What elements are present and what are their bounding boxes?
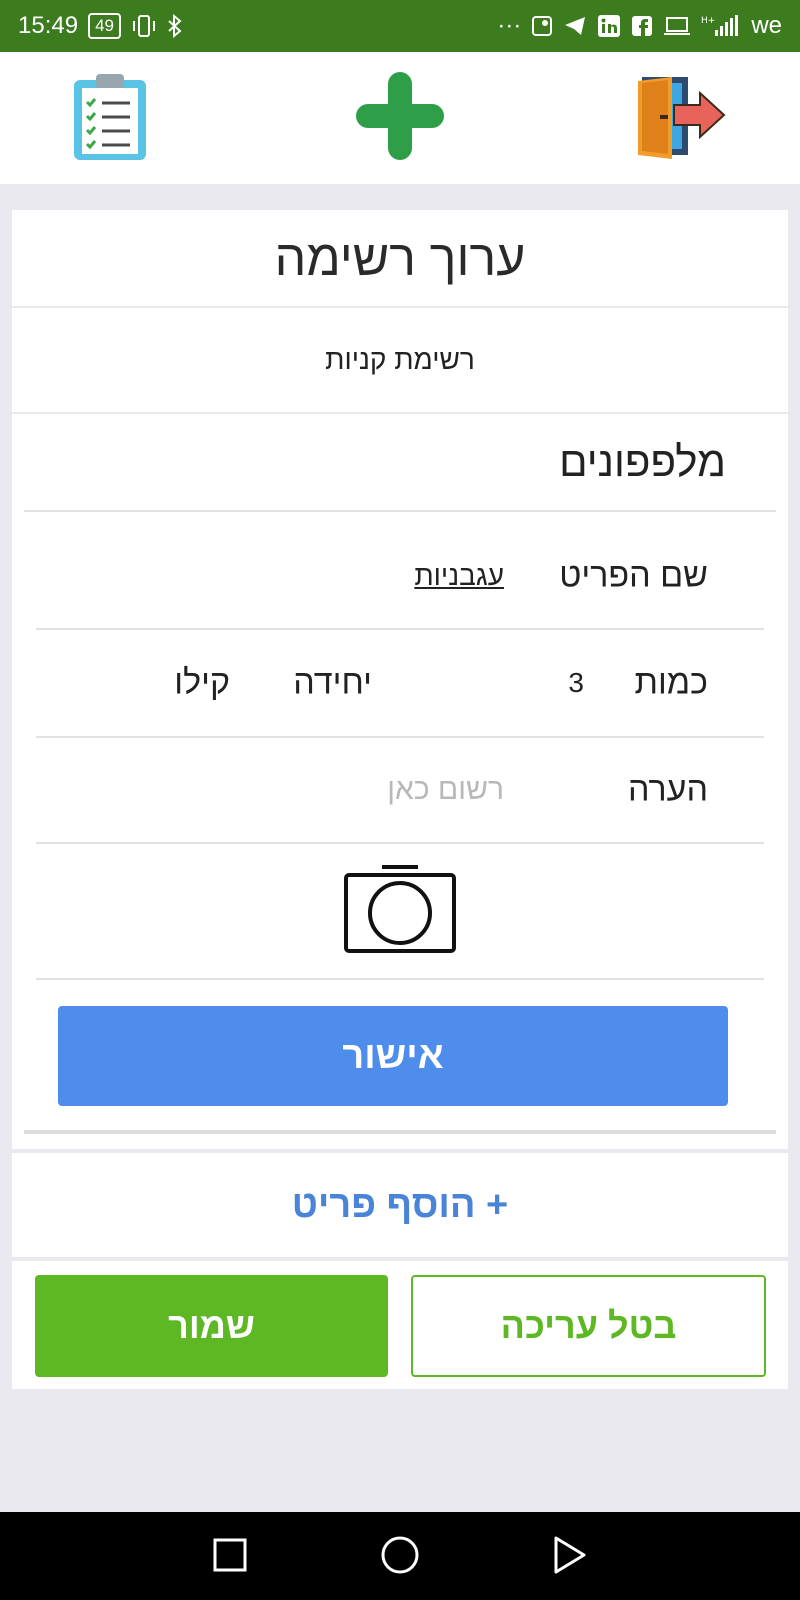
quantity-field[interactable]: 3 [568,667,584,699]
category-name: מלפפונים [559,438,726,485]
maps-icon [531,15,553,37]
vibrate-icon [131,14,157,38]
linkedin-icon [597,14,621,38]
status-bar: 15:49 49 ··· H+ we [0,0,800,52]
top-toolbar [0,52,800,184]
quantity-label: כמות [634,663,708,702]
square-icon [212,1537,248,1578]
battery-indicator: 49 [88,13,121,39]
add-item-button[interactable]: + הוסף פריט [292,1184,509,1227]
laptop-icon [663,15,691,37]
item-name-field[interactable]: עגבניות [414,560,504,592]
quantity-row: כמות 3 יחידה קילו [36,630,764,738]
system-navigation-bar [0,1512,800,1600]
more-notifications-icon: ··· [497,12,522,39]
page-title: ערוך רשימה [274,230,526,286]
cancel-edit-button[interactable]: בטל עריכה [411,1275,766,1377]
carrier-name: we [751,12,782,39]
bluetooth-icon [167,14,183,38]
add-list-button[interactable] [350,68,450,168]
telegram-icon [563,15,587,37]
camera-icon[interactable] [342,863,458,960]
recents-button[interactable] [200,1532,260,1582]
exit-door-icon [634,73,726,164]
signal-icon: H+ [701,14,741,38]
status-time: 15:49 [18,12,79,39]
list-name-card: רשימת קניות [12,308,788,412]
category-header: מלפפונים [24,414,776,512]
item-editor-card: מלפפונים שם הפריט עגבניות כמות 3 יחידה ק… [12,414,788,1149]
lists-button[interactable] [60,68,160,168]
confirm-button[interactable]: אישור [58,1006,728,1106]
save-button[interactable]: שמור [35,1275,388,1377]
exit-button[interactable] [630,68,730,168]
plus-icon [354,70,446,167]
home-button[interactable] [370,1532,430,1582]
circle-icon [380,1535,420,1580]
svg-text:H+: H+ [701,16,715,26]
note-label: הערה [627,770,708,809]
back-button[interactable] [540,1532,600,1582]
note-field[interactable]: רשום כאן [387,773,504,807]
page-title-card: ערוך רשימה [12,210,788,306]
unit-field[interactable]: קילו [174,664,230,703]
item-name-row: שם הפריט עגבניות [36,524,764,630]
divider [24,1130,776,1134]
back-triangle-icon [552,1535,588,1580]
add-item-card: + הוסף פריט [12,1153,788,1257]
item-name-label: שם הפריט [559,556,708,595]
clipboard-checklist-icon [70,70,150,167]
photo-row [36,844,764,980]
note-row: הערה רשום כאן [36,738,764,844]
unit-label: יחידה [293,663,372,702]
facebook-icon [631,15,653,37]
list-name[interactable]: רשימת קניות [325,344,475,376]
actions-card: שמור בטל עריכה [12,1261,788,1389]
